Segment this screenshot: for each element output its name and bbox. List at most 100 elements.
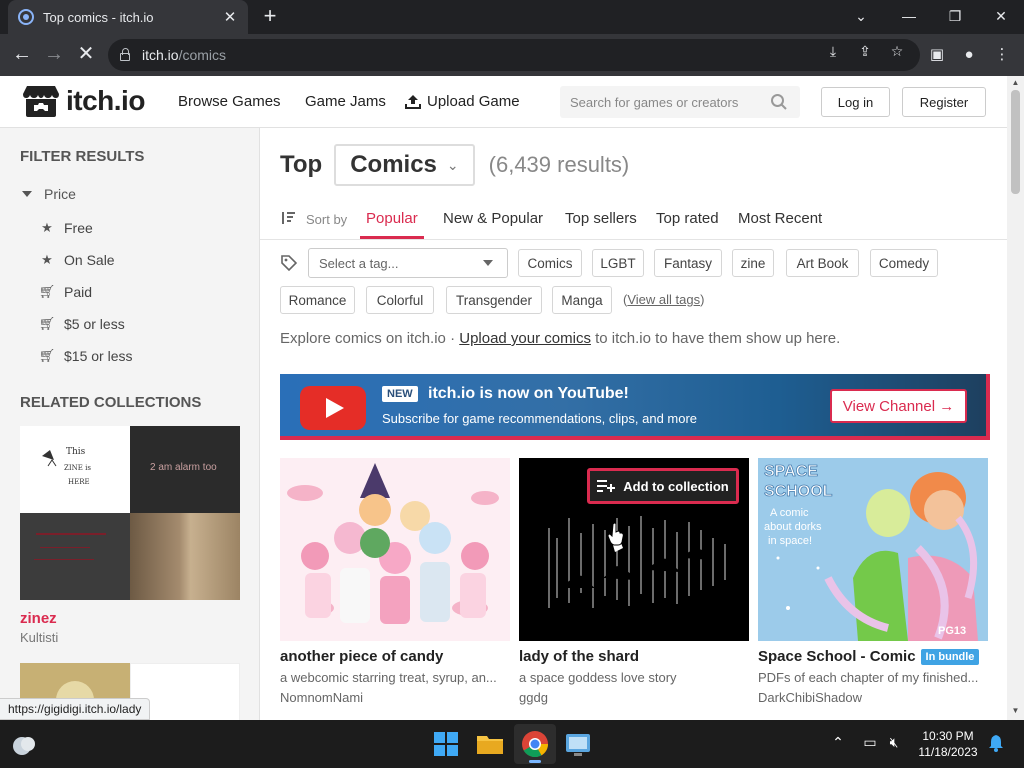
tag-manga[interactable]: Manga [552, 286, 612, 314]
star-icon: ★ [41, 252, 53, 267]
chrome-taskbar-item[interactable] [514, 724, 556, 764]
game-author[interactable]: ggdg [519, 690, 749, 705]
volume-muted-icon[interactable]: 🔇︎ [884, 734, 904, 751]
tag-comedy[interactable]: Comedy [870, 249, 938, 277]
tag-romance[interactable]: Romance [280, 286, 355, 314]
banner-subtitle: Subscribe for game recommendations, clip… [382, 411, 698, 426]
youtube-banner[interactable]: NEW itch.io is now on YouTube! Subscribe… [280, 374, 990, 440]
close-tab-icon[interactable]: ✕ [222, 8, 238, 26]
category-dropdown[interactable]: Comics ⌄ [334, 144, 475, 186]
control-panel-icon[interactable] [562, 728, 594, 760]
windows-start-icon[interactable] [430, 728, 462, 760]
filter-5-or-less[interactable]: 🛒︎ $5 or less [38, 316, 125, 332]
game-title[interactable]: another piece of candy [280, 648, 510, 665]
game-title-text: Space School - Comic [758, 648, 916, 665]
forward-button[interactable]: → [42, 43, 66, 67]
scroll-down-arrow-icon[interactable]: ▼ [1007, 706, 1024, 715]
sort-tab-top-sellers[interactable]: Top sellers [565, 210, 637, 227]
weather-widget-icon[interactable] [8, 728, 40, 760]
scrollbar-thumb[interactable] [1011, 90, 1020, 194]
collection-owner[interactable]: Kultisti [20, 630, 240, 645]
collection-thumb: 2 am alarm too [130, 426, 240, 513]
filter-free[interactable]: ★ Free [38, 220, 93, 236]
filter-on-sale[interactable]: ★ On Sale [38, 252, 114, 268]
minimize-button[interactable]: — [886, 0, 932, 34]
game-title[interactable]: Space School - Comic In bundle [758, 648, 988, 665]
price-label: Price [44, 186, 76, 202]
login-button[interactable]: Log in [821, 87, 890, 117]
game-title[interactable]: lady of the shard [519, 648, 749, 665]
sort-tab-new-popular[interactable]: New & Popular [443, 210, 543, 227]
game-cover[interactable]: Add to collection [519, 458, 749, 641]
sort-tab-top-rated[interactable]: Top rated [656, 210, 719, 227]
sort-tab-most-recent[interactable]: Most Recent [738, 210, 822, 227]
tag-comics[interactable]: Comics [518, 249, 582, 277]
upload-comics-link[interactable]: Upload your comics [459, 330, 591, 347]
profile-icon[interactable]: ● [959, 46, 979, 66]
collection-thumbnail-grid[interactable]: This ZINE is HERE 2 am alarm too [20, 426, 240, 600]
tab-strip: Top comics - itch.io ✕ + ⌄ — ❐ ✕ [0, 0, 1024, 34]
tag-select-placeholder: Select a tag... [319, 255, 399, 271]
svg-text:PG13: PG13 [938, 625, 966, 637]
tab-search-icon[interactable]: ⌄ [838, 0, 884, 34]
tag-zine[interactable]: zine [732, 249, 774, 277]
notification-bell-icon[interactable] [986, 734, 1006, 755]
network-icon[interactable]: ▭ [860, 734, 880, 751]
itchio-logo[interactable]: itch.io [22, 83, 145, 119]
nav-browse-games[interactable]: Browse Games [178, 93, 281, 110]
back-button[interactable]: ← [10, 43, 34, 67]
star-icon: ★ [41, 220, 53, 235]
search-icon[interactable] [770, 93, 788, 111]
game-cover[interactable]: SPACE SCHOOL A comic about dorks in spac… [758, 458, 988, 641]
explore-text: Explore comics on itch.io · Upload your … [280, 330, 841, 347]
link-status-bubble: https://gigidigi.itch.io/lady [0, 698, 151, 720]
stop-loading-button[interactable]: ✕ [74, 43, 98, 67]
sort-tab-popular[interactable]: Popular [360, 210, 424, 239]
tag-transgender[interactable]: Transgender [446, 286, 542, 314]
search-input[interactable] [570, 94, 760, 110]
bookmark-star-icon[interactable]: ☆ [888, 42, 906, 60]
game-author[interactable]: NomnomNami [280, 690, 510, 705]
share-icon[interactable]: ⇪ [856, 42, 874, 60]
new-badge: NEW [382, 386, 418, 402]
game-card[interactable]: SPACE SCHOOL A comic about dorks in spac… [758, 458, 988, 705]
page-scrollbar[interactable]: ▲ ▼ [1007, 76, 1024, 720]
restore-button[interactable]: ❐ [932, 0, 978, 34]
nav-game-jams[interactable]: Game Jams [305, 93, 386, 110]
filter-paid[interactable]: 🛒︎ Paid [38, 284, 92, 300]
view-all-tags-link[interactable]: (View all tags) [623, 292, 704, 307]
new-tab-button[interactable]: + [258, 5, 282, 29]
close-window-button[interactable]: ✕ [978, 0, 1024, 34]
game-author[interactable]: DarkChibiShadow [758, 690, 988, 705]
register-button[interactable]: Register [902, 87, 986, 117]
install-app-icon[interactable]: ⤓ [824, 42, 842, 60]
side-panel-icon[interactable]: ▣ [927, 46, 947, 66]
filter-15-or-less[interactable]: 🛒︎ $15 or less [38, 348, 133, 364]
show-hidden-icons-chevron-icon[interactable]: ⌃ [828, 734, 848, 751]
scroll-up-arrow-icon[interactable]: ▲ [1007, 78, 1024, 87]
tag-select-dropdown[interactable]: Select a tag... [308, 248, 508, 278]
chrome-icon [522, 731, 549, 758]
browser-tab[interactable]: Top comics - itch.io ✕ [8, 0, 248, 34]
tag-lgbt[interactable]: LGBT [592, 249, 644, 277]
url-path: /comics [178, 47, 227, 63]
search-box[interactable] [560, 86, 800, 118]
upload-icon [405, 94, 421, 109]
system-clock[interactable]: 10:30 PM 11/18/2023 [912, 728, 984, 760]
game-card[interactable]: another piece of candy a webcomic starri… [280, 458, 510, 705]
tag-fantasy[interactable]: Fantasy [654, 249, 722, 277]
game-card[interactable]: Add to collection lady of the shard a sp… [519, 458, 749, 705]
menu-icon[interactable]: ⋮ [992, 46, 1012, 66]
collection-name-link[interactable]: zinez [20, 610, 240, 627]
tag-art-book[interactable]: Art Book [786, 249, 859, 277]
add-to-collection-label: Add to collection [623, 478, 729, 494]
view-channel-button[interactable]: View Channel → [830, 389, 967, 423]
game-description: a space goddess love story [519, 670, 677, 685]
tag-colorful[interactable]: Colorful [366, 286, 434, 314]
game-cover[interactable] [280, 458, 510, 641]
address-bar[interactable]: itch.io/comics [108, 39, 920, 71]
price-filter-toggle[interactable]: Price [22, 186, 76, 202]
add-to-collection-button[interactable]: Add to collection [587, 468, 739, 504]
file-explorer-icon[interactable] [474, 728, 506, 760]
nav-upload-game[interactable]: Upload Game [405, 93, 520, 110]
